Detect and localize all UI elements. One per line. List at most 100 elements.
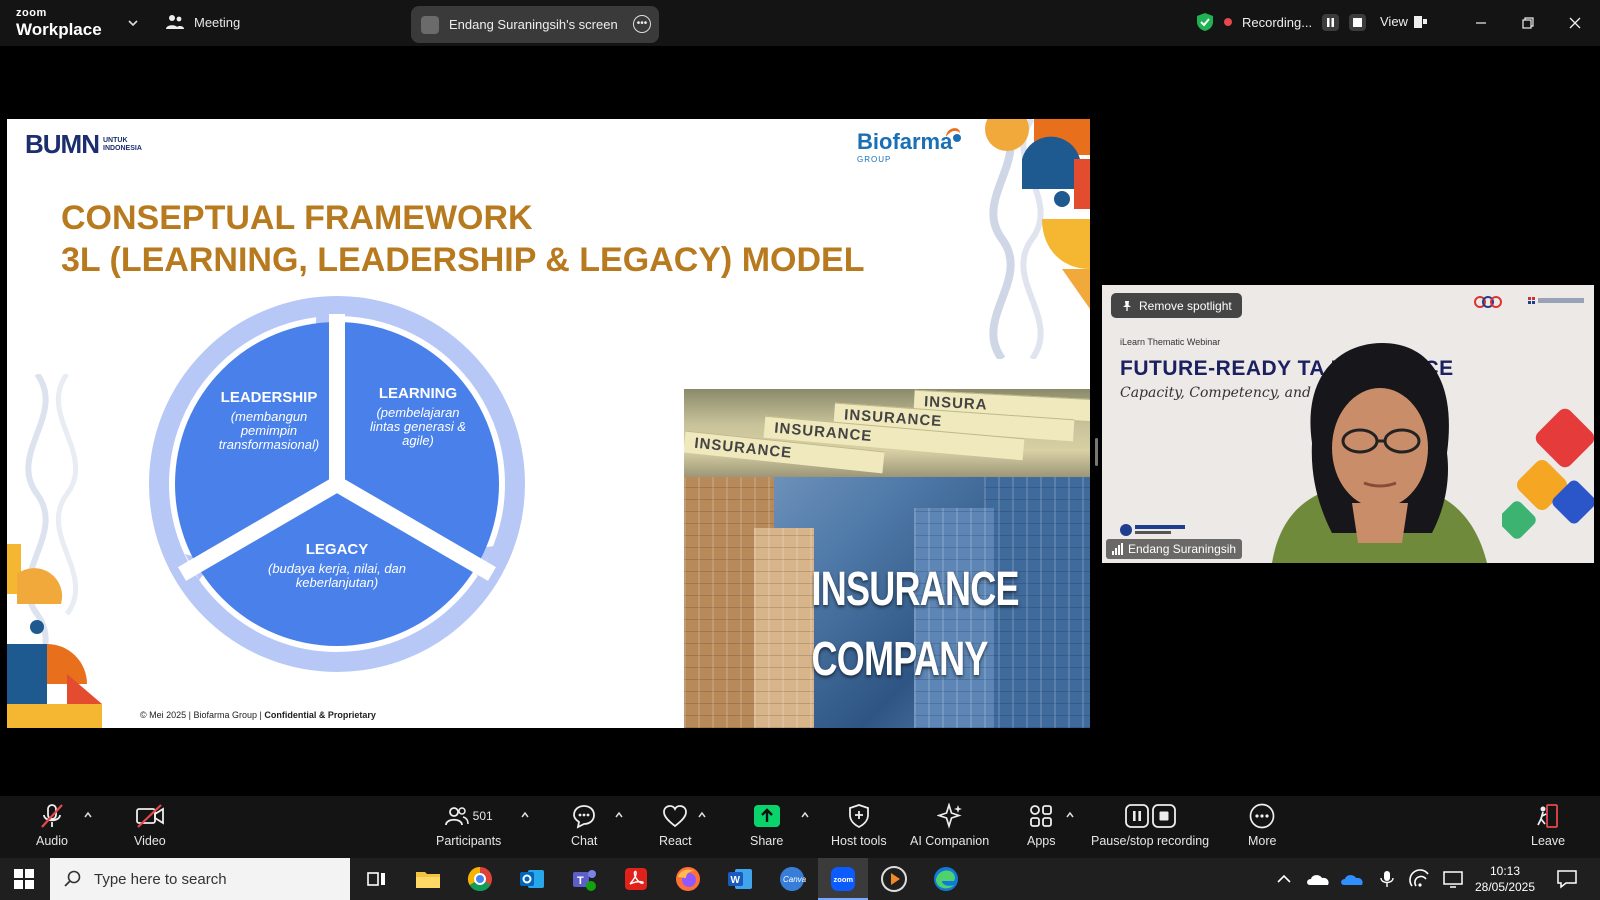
participants-options-caret-icon[interactable] (520, 810, 530, 820)
video-button[interactable]: Video (134, 800, 166, 848)
leave-button[interactable]: Leave (1531, 800, 1565, 848)
share-button[interactable]: Share (750, 800, 783, 848)
pause-stop-recording-button[interactable]: Pause/stop recording (1091, 800, 1209, 848)
ai-companion-button[interactable]: AI Companion (910, 800, 989, 848)
chat-button[interactable]: Chat (571, 800, 597, 848)
more-label: More (1248, 834, 1277, 848)
task-view-icon[interactable] (362, 865, 390, 893)
decorative-shapes-right (1502, 408, 1594, 539)
audio-options-caret-icon[interactable] (83, 810, 93, 820)
clock-date: 28/05/2025 (1474, 880, 1536, 894)
microphone-muted-icon (41, 804, 63, 828)
segment-description: (budaya kerja, nilai, dan keberlanjutan) (247, 562, 427, 590)
insurance-folders-image: INSURA INSURANCE INSURANCE INSURANCE (684, 389, 1090, 477)
svg-text:T: T (577, 875, 584, 887)
slide-footer: © Mei 2025 | Biofarma Group | Confidenti… (140, 710, 376, 720)
apps-options-caret-icon[interactable] (1065, 810, 1075, 820)
system-tray (1272, 858, 1468, 900)
segment-learning: LEARNING (pembelajaran lintas generasi & a… (353, 385, 483, 448)
screen-share-pill[interactable]: Endang Suraningsih's screen ••• (411, 6, 659, 43)
react-options-caret-icon[interactable] (697, 810, 707, 820)
signal-strength-icon (1112, 543, 1123, 555)
zoom-icon[interactable]: zoom (829, 865, 857, 893)
decorative-pattern-top-right (985, 119, 1090, 359)
onedrive-personal-icon[interactable] (1304, 869, 1336, 889)
microphone-icon[interactable] (1372, 869, 1402, 889)
biofarma-name: Biofarma (857, 129, 953, 154)
media-player-icon[interactable] (880, 865, 908, 893)
footer-prefix: © Mei 2025 | Biofarma Group | (140, 710, 265, 720)
decorative-pattern-bottom-left (7, 374, 102, 728)
file-explorer-icon[interactable] (414, 865, 442, 893)
host-tools-button[interactable]: Host tools (831, 800, 887, 848)
stop-icon (1353, 17, 1363, 27)
show-hidden-icons-chevron-icon[interactable] (1272, 869, 1296, 889)
meeting-tab[interactable]: Meeting (166, 14, 240, 30)
participants-count: 501 (472, 809, 493, 823)
share-options-caret-icon[interactable] (800, 810, 810, 820)
segment-description: (pembelajaran lintas generasi & agile) (353, 406, 483, 448)
edge-icon[interactable] (932, 865, 960, 893)
avatar (421, 15, 439, 34)
security-shield-icon[interactable] (1196, 12, 1214, 32)
network-icon[interactable] (1404, 869, 1436, 889)
slide-title: CONSEPTUAL FRAMEWORK 3L (LEARNING, LEADE… (61, 197, 864, 281)
pause-recording-button[interactable] (1322, 13, 1340, 31)
close-icon[interactable] (1564, 12, 1586, 34)
apps-button[interactable]: Apps (1027, 800, 1056, 848)
outlook-icon[interactable] (518, 865, 546, 893)
recording-area: Recording... (1196, 12, 1367, 32)
remove-spotlight-button[interactable]: Remove spotlight (1111, 293, 1242, 318)
segment-heading: LEARNING (378, 385, 458, 402)
chrome-icon[interactable] (466, 865, 494, 893)
onedrive-business-icon[interactable] (1338, 869, 1370, 889)
bumn-sub-line2: INDONESIA (103, 144, 142, 152)
notifications-icon[interactable] (1556, 869, 1578, 889)
restore-icon[interactable] (1517, 12, 1539, 34)
participant-name-tag: Endang Suraningsih (1106, 539, 1243, 559)
segment-desc-line: keberlanjutan) (295, 575, 379, 590)
clock-time: 10:13 (1489, 864, 1521, 878)
windows-taskbar: Type here to search T W Canva zoom 10:13… (0, 858, 1600, 900)
brand-workplace: Workplace (16, 20, 102, 39)
heart-icon (663, 805, 688, 828)
audio-button[interactable]: Audio (36, 800, 68, 848)
meeting-label: Meeting (194, 14, 241, 30)
apps-grid-icon (1030, 805, 1053, 827)
participant-video-tile[interactable]: Remove spotlight iLearn Thematic Webinar… (1102, 285, 1594, 563)
participant-video-feed (1272, 343, 1487, 563)
recording-label: Recording... (1242, 14, 1313, 30)
bumn-sub-line1: UNTUK (103, 136, 128, 144)
chevron-down-icon[interactable] (126, 16, 140, 30)
cycle-diagram (149, 296, 525, 672)
search-icon (64, 870, 81, 887)
audio-label: Audio (36, 834, 68, 848)
zoom-workplace-logo[interactable]: zoom Workplace (16, 8, 102, 39)
view-menu[interactable]: View (1380, 14, 1428, 29)
canva-icon[interactable]: Canva (778, 865, 806, 893)
insurance-company-line1: INSURANCE (811, 563, 1020, 616)
display-icon[interactable] (1438, 869, 1468, 889)
minimize-icon[interactable] (1470, 12, 1492, 34)
more-button[interactable]: More (1248, 800, 1276, 848)
sparkle-icon (936, 803, 962, 829)
windows-start-icon[interactable] (14, 869, 34, 889)
more-options-icon[interactable]: ••• (633, 15, 651, 33)
segment-desc-line: (membangun (230, 409, 308, 424)
word-icon[interactable]: W (726, 865, 754, 893)
firefox-icon[interactable] (674, 865, 702, 893)
chat-options-caret-icon[interactable] (614, 810, 624, 820)
participants-button[interactable]: 501 Participants (436, 800, 501, 848)
stop-recording-button[interactable] (1349, 13, 1367, 31)
screen-share-label: Endang Suraningsih's screen (449, 17, 618, 32)
panel-resize-handle[interactable] (1095, 438, 1098, 466)
pause-recording-icon (1124, 804, 1149, 828)
teams-icon[interactable]: T (570, 865, 598, 893)
taskbar-search-input[interactable]: Type here to search (50, 858, 350, 900)
bumn-logo-subtext: UNTUK INDONESIA (103, 137, 142, 152)
taskbar-clock[interactable]: 10:13 28/05/2025 (1470, 863, 1540, 895)
react-button[interactable]: React (659, 800, 692, 848)
segment-desc-line: agile) (402, 433, 434, 448)
chat-label: Chat (571, 834, 598, 848)
acrobat-icon[interactable] (622, 865, 650, 893)
